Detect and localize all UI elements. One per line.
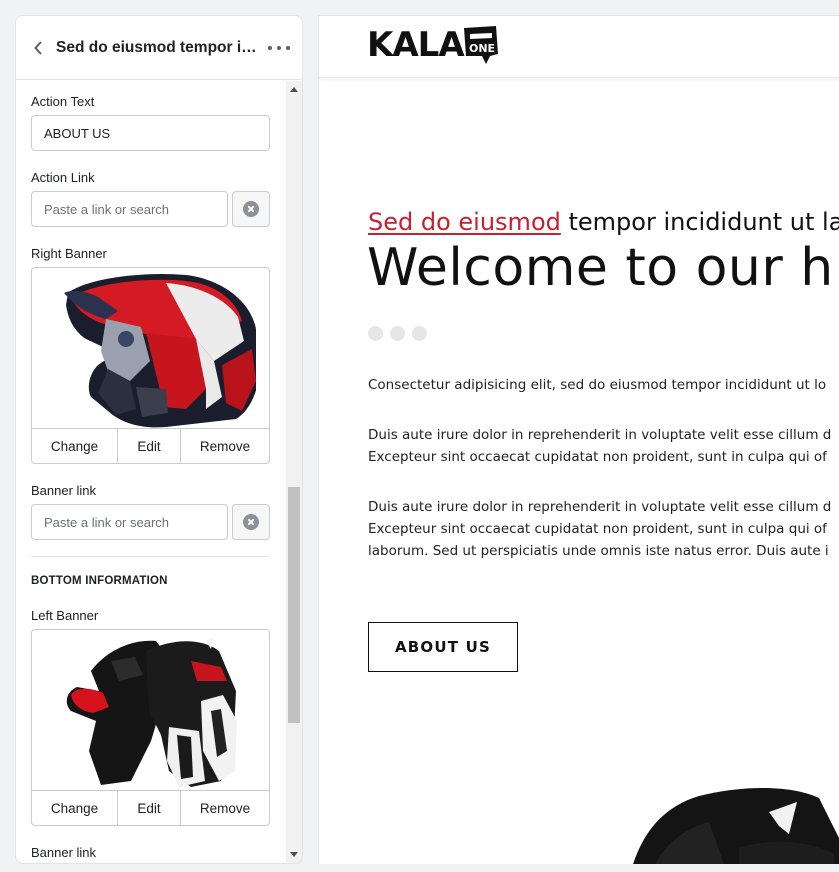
- paragraph-line: Excepteur sint occaecat cupidatat non pr…: [368, 449, 827, 465]
- more-dot-icon: [286, 45, 290, 50]
- settings-scroll-area[interactable]: Action Text ABOUT US Action Link Paste a…: [16, 81, 288, 863]
- right-banner-label: Right Banner: [31, 246, 107, 261]
- about-us-button[interactable]: ABOUT US: [368, 622, 518, 672]
- dot: [412, 326, 427, 341]
- hero-subtitle-link[interactable]: Sed do eiusmod: [368, 208, 561, 236]
- left-banner-image-picker: Change Edit Remove: [31, 629, 270, 826]
- action-link-label: Action Link: [31, 170, 95, 185]
- more-dot-icon: [268, 45, 272, 50]
- right-banner-change-button[interactable]: Change: [32, 429, 118, 463]
- left-banner-label: Left Banner: [31, 608, 99, 623]
- action-link-clear-button[interactable]: [232, 191, 270, 227]
- gloves-image: [32, 630, 269, 791]
- hero-paragraph: Duis aute irure dolor in reprehenderit i…: [368, 424, 831, 468]
- panel-scrollbar[interactable]: [286, 81, 302, 863]
- left-banner-actions: Change Edit Remove: [32, 790, 269, 825]
- glove-banner-image: [619, 778, 839, 864]
- hero-title: Welcome to our h: [367, 238, 834, 298]
- paragraph-line: laborum. Sed ut perspiciatis unde omnis …: [368, 543, 829, 559]
- paragraph-line: Consectetur adipisicing elit, sed do eiu…: [368, 377, 827, 393]
- more-actions-button[interactable]: [268, 45, 290, 50]
- section-divider: [31, 556, 270, 557]
- dot: [368, 326, 383, 341]
- helmet-image: [32, 268, 269, 429]
- chevron-left-icon: [34, 41, 42, 54]
- hero-subtitle: Sed do eiusmod tempor incididunt ut la: [368, 208, 839, 236]
- left-banner-edit-button[interactable]: Edit: [118, 791, 181, 825]
- scrollbar-thumb[interactable]: [288, 487, 300, 723]
- panel-title: Sed do eiusmod tempor in...: [56, 38, 258, 56]
- banner-link-input[interactable]: Paste a link or search: [31, 504, 228, 540]
- logo-badge-text: ONE: [469, 42, 495, 55]
- scroll-down-arrow-icon[interactable]: [290, 852, 298, 857]
- dot: [390, 326, 405, 341]
- back-button[interactable]: [30, 40, 46, 56]
- logo-text: KALA: [367, 25, 465, 65]
- store-preview: KALA ONE Sed do eiusmod tempor incididun…: [318, 15, 839, 864]
- right-banner-edit-button[interactable]: Edit: [118, 429, 181, 463]
- right-banner-actions: Change Edit Remove: [32, 428, 269, 463]
- scroll-up-arrow-icon[interactable]: [290, 87, 298, 92]
- paragraph-line: Duis aute irure dolor in reprehenderit i…: [368, 499, 832, 515]
- hero-subtitle-text: tempor incididunt ut la: [560, 208, 839, 236]
- logo-badge-icon: ONE: [463, 26, 498, 64]
- panel-header: Sed do eiusmod tempor in...: [16, 16, 302, 80]
- hero-paragraph: Consectetur adipisicing elit, sed do eiu…: [368, 374, 826, 396]
- store-header: KALA ONE: [319, 16, 839, 78]
- hero-paragraph: Duis aute irure dolor in reprehenderit i…: [368, 496, 831, 562]
- banner-link-label: Banner link: [31, 845, 97, 860]
- action-text-input[interactable]: ABOUT US: [31, 115, 270, 151]
- left-banner-remove-button[interactable]: Remove: [181, 791, 269, 825]
- section-editor-panel: Sed do eiusmod tempor in... Action Text …: [15, 15, 303, 864]
- bottom-information-heading: BOTTOM INFORMATION: [31, 575, 168, 587]
- action-link-input[interactable]: Paste a link or search: [31, 191, 228, 227]
- decorative-dots: [368, 326, 427, 341]
- banner-link-clear-button[interactable]: [232, 504, 270, 540]
- banner-link-label: Banner link: [31, 483, 97, 498]
- right-banner-remove-button[interactable]: Remove: [181, 429, 269, 463]
- more-dot-icon: [277, 45, 281, 50]
- paragraph-line: Duis aute irure dolor in reprehenderit i…: [368, 427, 832, 443]
- clear-icon: [243, 514, 259, 530]
- left-banner-change-button[interactable]: Change: [32, 791, 118, 825]
- store-logo[interactable]: KALA ONE: [367, 24, 500, 66]
- right-banner-image-picker: Change Edit Remove: [31, 267, 270, 464]
- paragraph-line: Excepteur sint occaecat cupidatat non pr…: [368, 521, 827, 537]
- action-text-label: Action Text: [31, 94, 95, 109]
- clear-icon: [243, 201, 259, 217]
